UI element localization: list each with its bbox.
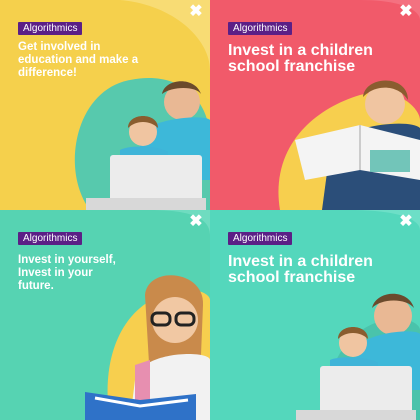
ad-headline: Invest in yourself, Invest in your futur… <box>18 254 116 292</box>
close-icon[interactable]: ✖ <box>188 214 204 230</box>
brand-badge: Algorithmics <box>18 22 83 35</box>
ad-grid: Algorithmics Get involved in education a… <box>0 0 420 420</box>
close-icon[interactable]: ✖ <box>398 214 414 230</box>
ad-tile-education[interactable]: Algorithmics Get involved in education a… <box>0 0 210 210</box>
ad-headline: Invest in a children school franchise <box>228 253 373 286</box>
close-icon[interactable]: ✖ <box>398 4 414 20</box>
brand-badge: Algorithmics <box>18 232 83 245</box>
ad-headline: Invest in a children school franchise <box>228 42 373 75</box>
ad-tile-franchise-teal[interactable]: Algorithmics Invest in a children school… <box>210 210 420 420</box>
brand-badge: Algorithmics <box>228 22 293 35</box>
ad-tile-franchise[interactable]: Algorithmics Invest in a children school… <box>210 0 420 210</box>
ad-headline: Get involved in education and make a dif… <box>18 41 139 79</box>
close-icon[interactable]: ✖ <box>188 4 204 20</box>
ad-tile-yourself[interactable]: Algorithmics Invest in yourself, Invest … <box>0 210 210 420</box>
brand-badge: Algorithmics <box>228 232 293 245</box>
